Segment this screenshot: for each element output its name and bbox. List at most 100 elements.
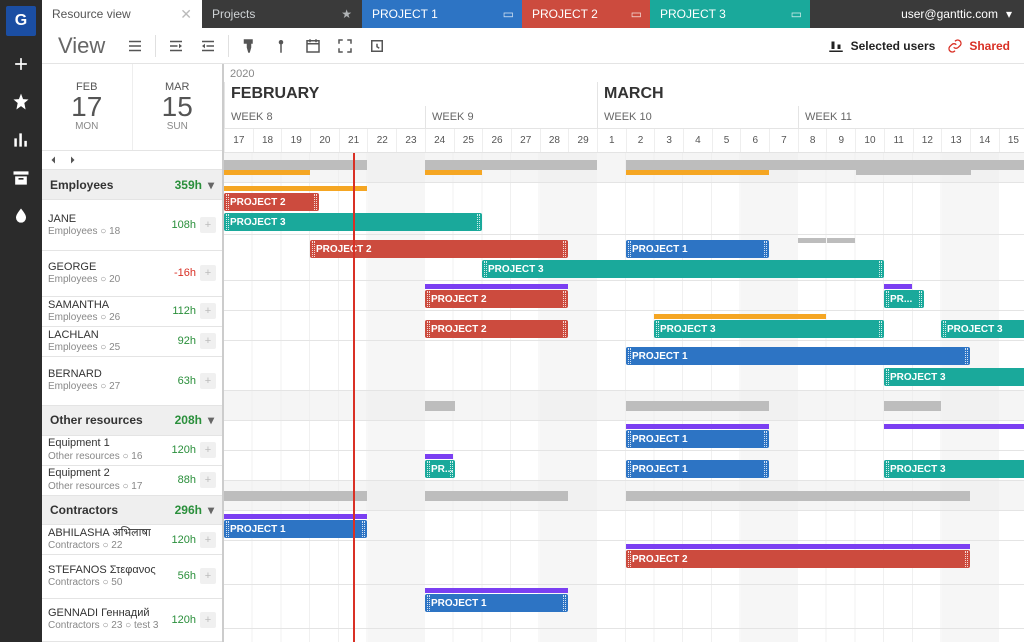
resource-row[interactable]: STEFANOS ΣτεφανοςContractors ○ 50 56h +: [42, 555, 222, 598]
chevron-down-icon[interactable]: ▾: [208, 178, 214, 192]
add-task-icon[interactable]: +: [200, 217, 216, 233]
resource-lane[interactable]: PROJECT 2 PROJECT 3: [224, 183, 1024, 235]
fullscreen-icon[interactable]: [333, 34, 357, 58]
next-icon[interactable]: [66, 154, 78, 166]
task-bar[interactable]: PROJECT 1: [425, 594, 568, 612]
resource-lane[interactable]: PROJECT 1: [224, 585, 1024, 629]
week-cell[interactable]: WEEK 10: [597, 106, 798, 128]
day-cell[interactable]: 5: [712, 129, 741, 152]
indent-right-icon[interactable]: [196, 34, 220, 58]
paint-icon[interactable]: [237, 34, 261, 58]
pin-icon[interactable]: [269, 34, 293, 58]
resource-row[interactable]: GEORGEEmployees ○ 20 -16h +: [42, 251, 222, 296]
add-task-icon[interactable]: +: [200, 568, 216, 584]
selected-users[interactable]: Selected users: [827, 37, 936, 55]
day-cell[interactable]: 15: [999, 129, 1024, 152]
resource-row[interactable]: ABHILASHA अभिलाषाContractors ○ 22 120h +: [42, 525, 222, 555]
task-bar[interactable]: PROJECT 3: [482, 260, 884, 278]
day-cell[interactable]: 23: [396, 129, 425, 152]
resource-row[interactable]: Equipment 1Other resources ○ 16 120h +: [42, 436, 222, 466]
resource-lane[interactable]: PR... PROJECT 1 PROJECT 3: [224, 451, 1024, 481]
add-task-icon[interactable]: +: [200, 612, 216, 628]
day-cell[interactable]: 6: [740, 129, 769, 152]
app-logo[interactable]: G: [6, 6, 36, 36]
day-cell[interactable]: 22: [367, 129, 396, 152]
add-task-icon[interactable]: +: [200, 442, 216, 458]
task-bar[interactable]: PROJECT 3: [654, 320, 884, 338]
day-cell[interactable]: 21: [339, 129, 368, 152]
day-cell[interactable]: 13: [941, 129, 970, 152]
resource-lane[interactable]: PROJECT 1: [224, 511, 1024, 541]
resource-lane[interactable]: PROJECT 2 PROJECT 1 PROJECT 3: [224, 235, 1024, 281]
day-cell[interactable]: 27: [511, 129, 540, 152]
add-task-icon[interactable]: +: [200, 373, 216, 389]
drop-icon[interactable]: [11, 206, 31, 226]
add-task-icon[interactable]: +: [200, 303, 216, 319]
chevron-down-icon[interactable]: ▾: [208, 503, 214, 517]
chevron-down-icon[interactable]: ▾: [208, 413, 214, 427]
reports-icon[interactable]: [11, 130, 31, 150]
day-cell[interactable]: 20: [310, 129, 339, 152]
date-from[interactable]: FEB 17 MON: [42, 64, 132, 150]
task-bar[interactable]: PROJECT 2: [310, 240, 568, 258]
resource-row[interactable]: BERNARDEmployees ○ 27 63h +: [42, 357, 222, 406]
task-bar[interactable]: PROJECT 1: [224, 520, 367, 538]
tab-projects[interactable]: Projects ★: [202, 0, 362, 28]
resource-lane[interactable]: PROJECT 2 PR...: [224, 281, 1024, 311]
calendar-icon[interactable]: [301, 34, 325, 58]
add-icon[interactable]: [11, 54, 31, 74]
tab-project-1[interactable]: PROJECT 1 ▭: [362, 0, 522, 28]
day-cell[interactable]: 29: [568, 129, 597, 152]
day-cell[interactable]: 14: [970, 129, 999, 152]
day-cell[interactable]: 28: [540, 129, 569, 152]
resource-row[interactable]: LACHLANEmployees ○ 25 92h +: [42, 327, 222, 357]
add-task-icon[interactable]: +: [200, 265, 216, 281]
day-cell[interactable]: 11: [884, 129, 913, 152]
task-bar[interactable]: PROJECT 3: [884, 460, 1024, 478]
close-icon[interactable]: ✕: [180, 6, 192, 23]
task-bar[interactable]: PROJECT 1: [626, 347, 970, 365]
task-bar[interactable]: PROJECT 2: [626, 550, 970, 568]
task-bar[interactable]: PROJECT 3: [884, 368, 1024, 386]
task-bar[interactable]: PROJECT 2: [425, 290, 568, 308]
add-task-icon[interactable]: +: [200, 333, 216, 349]
timer-icon[interactable]: [365, 34, 389, 58]
day-cell[interactable]: 4: [683, 129, 712, 152]
day-cell[interactable]: 9: [826, 129, 855, 152]
task-bar[interactable]: PROJECT 1: [626, 460, 769, 478]
day-cell[interactable]: 24: [425, 129, 454, 152]
resource-lane[interactable]: PROJECT 2: [224, 541, 1024, 585]
group-other[interactable]: Other resources 208h ▾: [42, 406, 222, 436]
date-to[interactable]: MAR 15 SUN: [132, 64, 223, 150]
star-icon[interactable]: [11, 92, 31, 112]
day-cell[interactable]: 19: [281, 129, 310, 152]
group-employees[interactable]: Employees 359h ▾: [42, 170, 222, 200]
resource-row[interactable]: JANEEmployees ○ 18 108h +: [42, 200, 222, 251]
day-cell[interactable]: 26: [482, 129, 511, 152]
task-bar[interactable]: PR...: [884, 290, 924, 308]
resource-lane[interactable]: PROJECT 2 PROJECT 3 PROJECT 3: [224, 311, 1024, 341]
resource-row[interactable]: SAMANTHAEmployees ○ 26 112h +: [42, 297, 222, 327]
task-bar[interactable]: PROJECT 2: [425, 320, 568, 338]
add-task-icon[interactable]: +: [200, 472, 216, 488]
day-cell[interactable]: 8: [798, 129, 827, 152]
task-bar[interactable]: PROJECT 3: [941, 320, 1024, 338]
add-task-icon[interactable]: +: [200, 532, 216, 548]
group-contractors[interactable]: Contractors 296h ▾: [42, 496, 222, 526]
view-menu[interactable]: View: [48, 33, 115, 59]
resource-row[interactable]: Equipment 2Other resources ○ 17 88h +: [42, 466, 222, 496]
task-bar[interactable]: PROJECT 1: [626, 430, 769, 448]
week-cell[interactable]: WEEK 8: [224, 106, 425, 128]
day-cell[interactable]: 10: [855, 129, 884, 152]
star-icon[interactable]: ★: [341, 7, 352, 21]
day-cell[interactable]: 18: [253, 129, 282, 152]
prev-icon[interactable]: [48, 154, 60, 166]
week-cell[interactable]: WEEK 11: [798, 106, 1024, 128]
tab-project-2[interactable]: PROJECT 2 ▭: [522, 0, 650, 28]
month-cell[interactable]: FEBRUARY: [224, 82, 597, 106]
menu-icon[interactable]: [123, 34, 147, 58]
resource-row[interactable]: GENNADI ГеннадийContractors ○ 23 ○ test …: [42, 599, 222, 642]
day-cell[interactable]: 1: [597, 129, 626, 152]
day-cell[interactable]: 17: [224, 129, 253, 152]
day-cell[interactable]: 7: [769, 129, 798, 152]
